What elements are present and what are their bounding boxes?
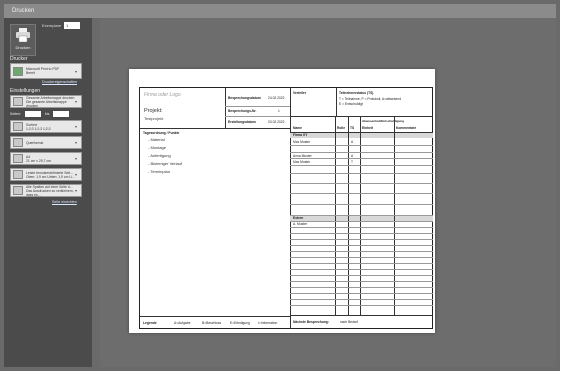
legend-item: E=Erledigung bbox=[230, 321, 250, 325]
participant-name: A. Muster bbox=[293, 222, 308, 226]
print-what-dropdown[interactable]: Gesamte Arbeitsmappe drucken Die gesamte… bbox=[10, 95, 82, 108]
page-setup-link[interactable]: Seite einrichten bbox=[52, 200, 77, 204]
agenda-item: - Terminplan bbox=[148, 169, 170, 174]
preview-page: Firma oder Logo Projekt: Testprojekt Bes… bbox=[129, 69, 435, 333]
pages-from-input[interactable] bbox=[24, 111, 41, 117]
next-meeting-label: Nächste Besprechung: bbox=[293, 320, 329, 324]
scaling-value: Alle Spalten auf einer Seite d... bbox=[26, 184, 73, 189]
col-comments: Kommentare bbox=[396, 126, 417, 130]
participant-ts: A bbox=[351, 140, 354, 144]
collate-description: 1;2;3 1;2;3 1;2;3 bbox=[26, 126, 51, 131]
agenda-item: - Bisheriger Verlauf bbox=[148, 161, 183, 166]
extern-group-label: Extern bbox=[293, 216, 304, 220]
window-title: Drucken bbox=[4, 4, 556, 18]
col-unit: Einheit bbox=[362, 126, 373, 130]
chevron-down-icon: ▾ bbox=[75, 188, 78, 193]
legend-item: A=Aufgabe bbox=[174, 321, 191, 325]
distribution-label: Verteiler bbox=[293, 91, 307, 95]
col-ts: TS bbox=[350, 126, 355, 130]
copies-label: Exemplare bbox=[42, 23, 62, 28]
paper-size-dropdown[interactable]: A4 21 cm x 29,7 cm ▾ bbox=[10, 152, 82, 165]
copies-control: Exemplare 1 bbox=[42, 22, 81, 29]
chevron-down-icon: ▾ bbox=[75, 124, 78, 129]
print-what-value: Gesamte Arbeitsmappe drucken bbox=[26, 95, 75, 100]
participant-name: Max Muster bbox=[293, 160, 311, 164]
print-what-description: Die gesamte Arbeitsmappe drucken bbox=[26, 99, 67, 108]
participant-name: Max Muster bbox=[293, 140, 311, 144]
meeting-number-label: Besprechungs-Nr. bbox=[228, 109, 257, 113]
paper-size-description: 21 cm x 29,7 cm bbox=[26, 158, 51, 163]
scaling-description: Das Ausdrucken so verkleinern, dass es..… bbox=[26, 188, 74, 197]
scaling-icon bbox=[13, 186, 23, 195]
participants-status-label: Teilnehmerstatus (TS) bbox=[339, 91, 374, 95]
project-label: Projekt: bbox=[144, 108, 163, 114]
participants-legend: T = Teilnahme, P = Protokoll, A=abwesend bbox=[339, 97, 402, 101]
printer-properties-link[interactable]: Druckereigenschaften bbox=[42, 80, 77, 84]
print-settings-panel: Drucken Exemplare 1 Drucker Microsoft Pr… bbox=[4, 18, 92, 367]
col-name: Name bbox=[293, 126, 302, 130]
protocol-sheet: Firma oder Logo Projekt: Testprojekt Bes… bbox=[139, 87, 433, 329]
orientation-value: Querformat bbox=[26, 140, 44, 145]
copies-input[interactable]: 1 bbox=[64, 22, 81, 29]
col-rolle: Rolle bbox=[337, 126, 346, 130]
printer-status-icon bbox=[13, 66, 23, 76]
margins-description: Oben: 1,9 cm Unten: 1,9 cm Li... bbox=[26, 174, 75, 179]
collate-dropdown[interactable]: Sortiert 1;2;3 1;2;3 1;2;3 ▾ bbox=[10, 120, 82, 133]
printer-dropdown[interactable]: Microsoft Print to PDF Bereit ▾ bbox=[10, 63, 82, 79]
collate-icon bbox=[13, 122, 23, 131]
chevron-down-icon: ▾ bbox=[75, 99, 78, 104]
pages-to-input[interactable] bbox=[53, 111, 70, 117]
scaling-dropdown[interactable]: Alle Spalten auf einer Seite d... Das Au… bbox=[10, 184, 82, 197]
participant-ts: T bbox=[351, 160, 354, 164]
settings-section-title: Einstellungen bbox=[10, 88, 41, 94]
agenda-item: - Material bbox=[148, 137, 165, 142]
workbook-icon bbox=[13, 97, 23, 106]
agenda-label: Tagesordnung / Punkte bbox=[143, 131, 180, 135]
logo-placeholder: Firma oder Logo bbox=[144, 92, 181, 98]
print-button-label: Drucken bbox=[15, 45, 31, 50]
paper-icon bbox=[13, 154, 23, 163]
project-value: Testprojekt bbox=[144, 116, 164, 121]
next-meeting-value: nach Bedarf bbox=[340, 320, 358, 324]
pages-to-label: bis bbox=[44, 112, 50, 116]
pages-from-label: Seiten: bbox=[10, 112, 21, 116]
chevron-down-icon: ▾ bbox=[75, 172, 78, 177]
margins-value: Letzte benutzerdefinierte Seit... bbox=[26, 170, 73, 175]
chevron-down-icon: ▾ bbox=[75, 68, 78, 74]
printer-icon bbox=[16, 28, 30, 42]
col-absence: Abwesenheit/Entschuldigung bbox=[362, 119, 405, 123]
printer-section-title: Drucker bbox=[10, 56, 28, 62]
participants-legend: E = Entschuldigt bbox=[339, 102, 363, 106]
printer-status: Bereit bbox=[26, 71, 35, 75]
created-date-value: 03.02.2022 bbox=[268, 120, 285, 124]
created-date-label: Erstellungsdatum bbox=[228, 120, 256, 124]
legend-item: B=Beschluss bbox=[202, 321, 222, 325]
agenda-item: - Montage bbox=[148, 145, 167, 150]
orientation-dropdown[interactable]: Querformat ▾ bbox=[10, 136, 82, 149]
meeting-number-value: 1 bbox=[278, 109, 280, 113]
legend-item: I=Information bbox=[258, 321, 278, 325]
margins-dropdown[interactable]: Letzte benutzerdefinierte Seit... Oben: … bbox=[10, 168, 82, 181]
page-range: Seiten: bis bbox=[10, 111, 70, 117]
print-button[interactable]: Drucken bbox=[10, 24, 36, 56]
chevron-down-icon: ▾ bbox=[75, 156, 78, 161]
meeting-date-value: 24.02.2022 bbox=[268, 96, 285, 100]
firma-group-label: Firma XY bbox=[293, 133, 308, 137]
chevron-down-icon: ▾ bbox=[75, 140, 78, 145]
landscape-icon bbox=[13, 138, 23, 147]
print-window: Drucken Drucken Exemplare 1 Drucker Micr… bbox=[0, 0, 560, 371]
meeting-date-label: Besprechungsdatum bbox=[228, 96, 261, 100]
legend-title: Legende bbox=[143, 321, 157, 325]
agenda-item: - Anfertigung bbox=[148, 153, 171, 158]
margins-icon bbox=[13, 170, 23, 179]
